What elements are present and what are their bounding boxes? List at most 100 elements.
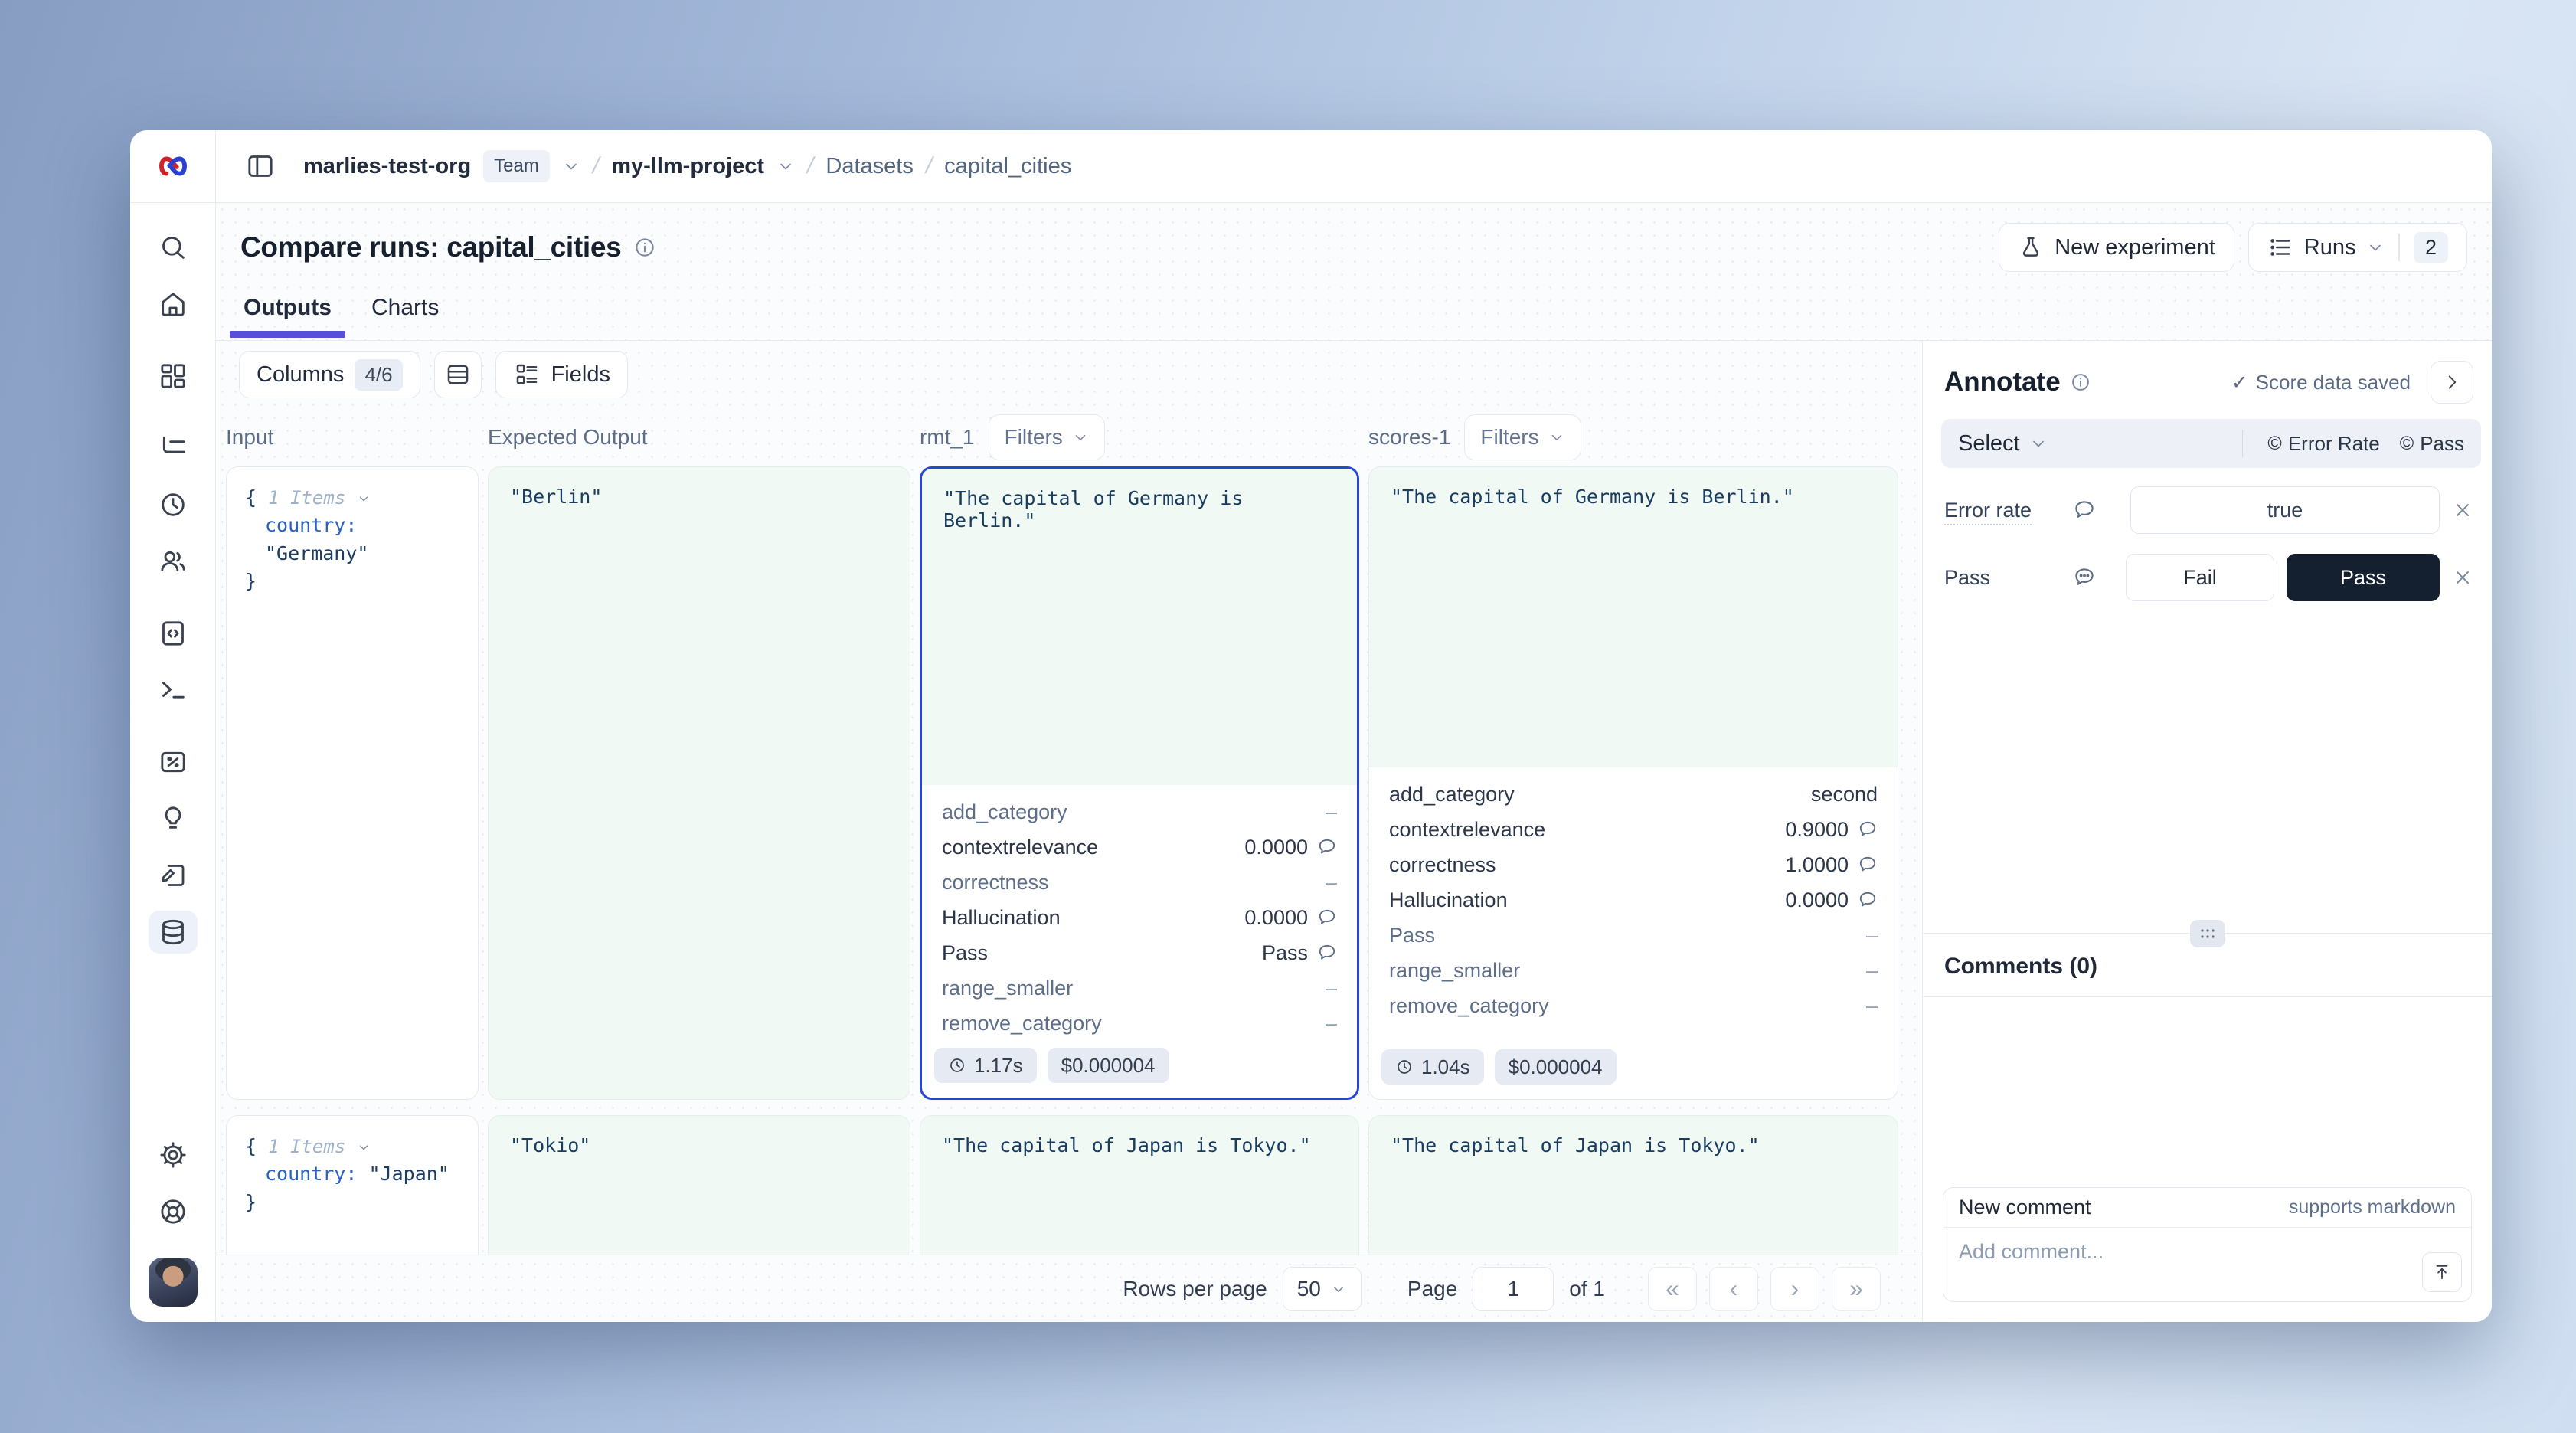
collapse-panel-button[interactable] — [2431, 361, 2473, 404]
row-height-button[interactable] — [434, 351, 482, 398]
metric-row: PassPass — [942, 935, 1337, 970]
info-icon[interactable] — [2070, 371, 2091, 393]
first-page-button[interactable]: « — [1648, 1267, 1697, 1311]
metric-value: – — [1326, 1012, 1337, 1035]
sidebar-item-home[interactable] — [149, 283, 198, 326]
fields-button[interactable]: Fields — [495, 351, 628, 398]
chevron-down-icon[interactable] — [562, 157, 580, 175]
chip-pass[interactable]: ©Pass — [2400, 432, 2464, 456]
metric-value: Pass — [1262, 941, 1308, 965]
submit-comment-button[interactable] — [2422, 1252, 2462, 1292]
annotation-field-pass: Pass Fail Pass — [1944, 554, 2473, 601]
user-avatar[interactable] — [149, 1258, 198, 1307]
breadcrumb-datasets[interactable]: Datasets — [825, 154, 913, 179]
grip-dots-icon — [2199, 928, 2216, 940]
comment-bubble-icon[interactable] — [1317, 837, 1337, 857]
score-icon: © — [2400, 433, 2414, 455]
sidebar-item-optimization[interactable] — [149, 797, 198, 840]
input-cell[interactable]: { 1 Items country: "Japan" } — [226, 1115, 479, 1255]
sidebar-item-help[interactable] — [149, 1190, 198, 1233]
run-output-text: "The capital of Japan is Tokyo." — [1391, 1134, 1760, 1157]
sidebar-item-search[interactable] — [149, 226, 198, 269]
sidebar-item-users[interactable] — [149, 540, 198, 583]
chip-error-rate[interactable]: ©Error Rate — [2267, 432, 2379, 456]
comment-bubble-icon[interactable] — [1858, 890, 1878, 910]
tab-outputs[interactable]: Outputs — [242, 295, 333, 338]
table-header-row: Input Expected Output rmt_1 Filters scor… — [216, 408, 1922, 466]
metric-name: add_category — [1389, 783, 1515, 806]
chevron-down-icon — [1330, 1281, 1347, 1297]
select-dropdown[interactable]: Select — [1958, 431, 2048, 456]
sidebar-item-dashboard[interactable] — [149, 355, 198, 398]
filters-button-run2[interactable]: Filters — [1464, 414, 1581, 460]
info-icon[interactable] — [633, 236, 656, 259]
table-row: { 1 Items country: "Japan" } "Tokio" "Th… — [216, 1115, 1922, 1255]
chevron-down-icon — [2366, 238, 2385, 257]
json-items-count[interactable]: 1 Items — [268, 487, 345, 509]
comment-bubble-icon[interactable] — [1858, 855, 1878, 875]
metric-name: add_category — [942, 800, 1067, 824]
chip-label: Error Rate — [2288, 432, 2380, 456]
next-page-button[interactable]: › — [1770, 1267, 1819, 1311]
sidebar-item-history[interactable] — [149, 483, 198, 526]
breadcrumb-dataset-name[interactable]: capital_cities — [944, 154, 1071, 179]
page-label: Page — [1407, 1277, 1457, 1301]
rows-per-page-select[interactable]: 50 — [1283, 1267, 1362, 1311]
new-experiment-button[interactable]: New experiment — [1999, 223, 2234, 272]
previous-page-button[interactable]: ‹ — [1709, 1267, 1758, 1311]
home-icon — [158, 289, 188, 319]
comment-input[interactable] — [1943, 1228, 2471, 1301]
table-toolbar: Columns 4/6 Fields — [216, 341, 1922, 408]
breadcrumb: marlies-test-org Team / my-llm-project /… — [303, 150, 1071, 182]
page-number-input[interactable] — [1473, 1267, 1554, 1311]
chevron-down-icon[interactable] — [776, 157, 795, 175]
expected-output-cell[interactable]: "Tokio" — [488, 1115, 910, 1255]
chevron-down-icon[interactable] — [357, 1140, 371, 1154]
app-logo[interactable] — [130, 130, 216, 202]
check-icon: ✓ — [2231, 371, 2248, 394]
error-rate-input[interactable] — [2130, 486, 2440, 534]
drag-handle[interactable] — [2190, 920, 2225, 947]
metric-name: remove_category — [1389, 994, 1549, 1018]
json-items-count[interactable]: 1 Items — [268, 1136, 345, 1157]
sidebar-item-datasets[interactable] — [149, 911, 198, 954]
close-icon[interactable] — [2452, 567, 2473, 588]
run-output-text: "The capital of Germany is Berlin." — [922, 469, 1357, 785]
tab-bar: Outputs Charts — [240, 295, 2467, 338]
breadcrumb-org[interactable]: marlies-test-org — [303, 154, 471, 179]
columns-button[interactable]: Columns 4/6 — [239, 351, 420, 398]
cost-badge: $0.000004 — [1495, 1049, 1617, 1085]
pass-button[interactable]: Pass — [2287, 554, 2440, 601]
fail-button[interactable]: Fail — [2126, 554, 2274, 601]
last-page-button[interactable]: » — [1832, 1267, 1881, 1311]
comments-list-empty — [1923, 997, 2492, 1187]
comment-bubble-dots-icon[interactable] — [2073, 566, 2096, 589]
run2-output-cell[interactable]: "The capital of Germany is Berlin." add_… — [1368, 466, 1898, 1100]
sidebar-item-prompts[interactable] — [149, 612, 198, 655]
run-footer: 1.17s $0.000004 — [922, 1041, 1357, 1098]
column-header-input: Input — [226, 425, 273, 450]
filters-button-run1[interactable]: Filters — [989, 414, 1105, 460]
sidebar-collapse-button[interactable] — [240, 146, 280, 186]
sidebar-item-traces[interactable] — [149, 427, 198, 469]
run1-output-cell-selected[interactable]: "The capital of Germany is Berlin." add_… — [920, 466, 1359, 1100]
sidebar-item-annotations[interactable] — [149, 854, 198, 897]
comment-bubble-icon[interactable] — [2073, 499, 2096, 522]
expected-output-cell[interactable]: "Berlin" — [488, 466, 910, 1100]
input-cell[interactable]: { 1 Items country: "Germany" } — [226, 466, 479, 1100]
comment-bubble-icon[interactable] — [1858, 820, 1878, 839]
columns-label: Columns — [257, 362, 344, 388]
run2-output-cell[interactable]: "The capital of Japan is Tokyo." — [1368, 1115, 1898, 1255]
runs-button[interactable]: Runs 2 — [2248, 223, 2467, 272]
run1-output-cell[interactable]: "The capital of Japan is Tokyo." — [920, 1115, 1359, 1255]
close-icon[interactable] — [2452, 499, 2473, 521]
users-icon — [158, 546, 188, 577]
comment-bubble-icon[interactable] — [1317, 908, 1337, 928]
tab-charts[interactable]: Charts — [370, 295, 440, 338]
chevron-down-icon[interactable] — [357, 492, 371, 505]
sidebar-item-terminal[interactable] — [149, 669, 198, 712]
sidebar-item-settings[interactable] — [149, 1134, 198, 1176]
breadcrumb-project[interactable]: my-llm-project — [611, 154, 764, 179]
comment-bubble-icon[interactable] — [1317, 943, 1337, 963]
sidebar-item-evaluations[interactable] — [149, 741, 198, 784]
